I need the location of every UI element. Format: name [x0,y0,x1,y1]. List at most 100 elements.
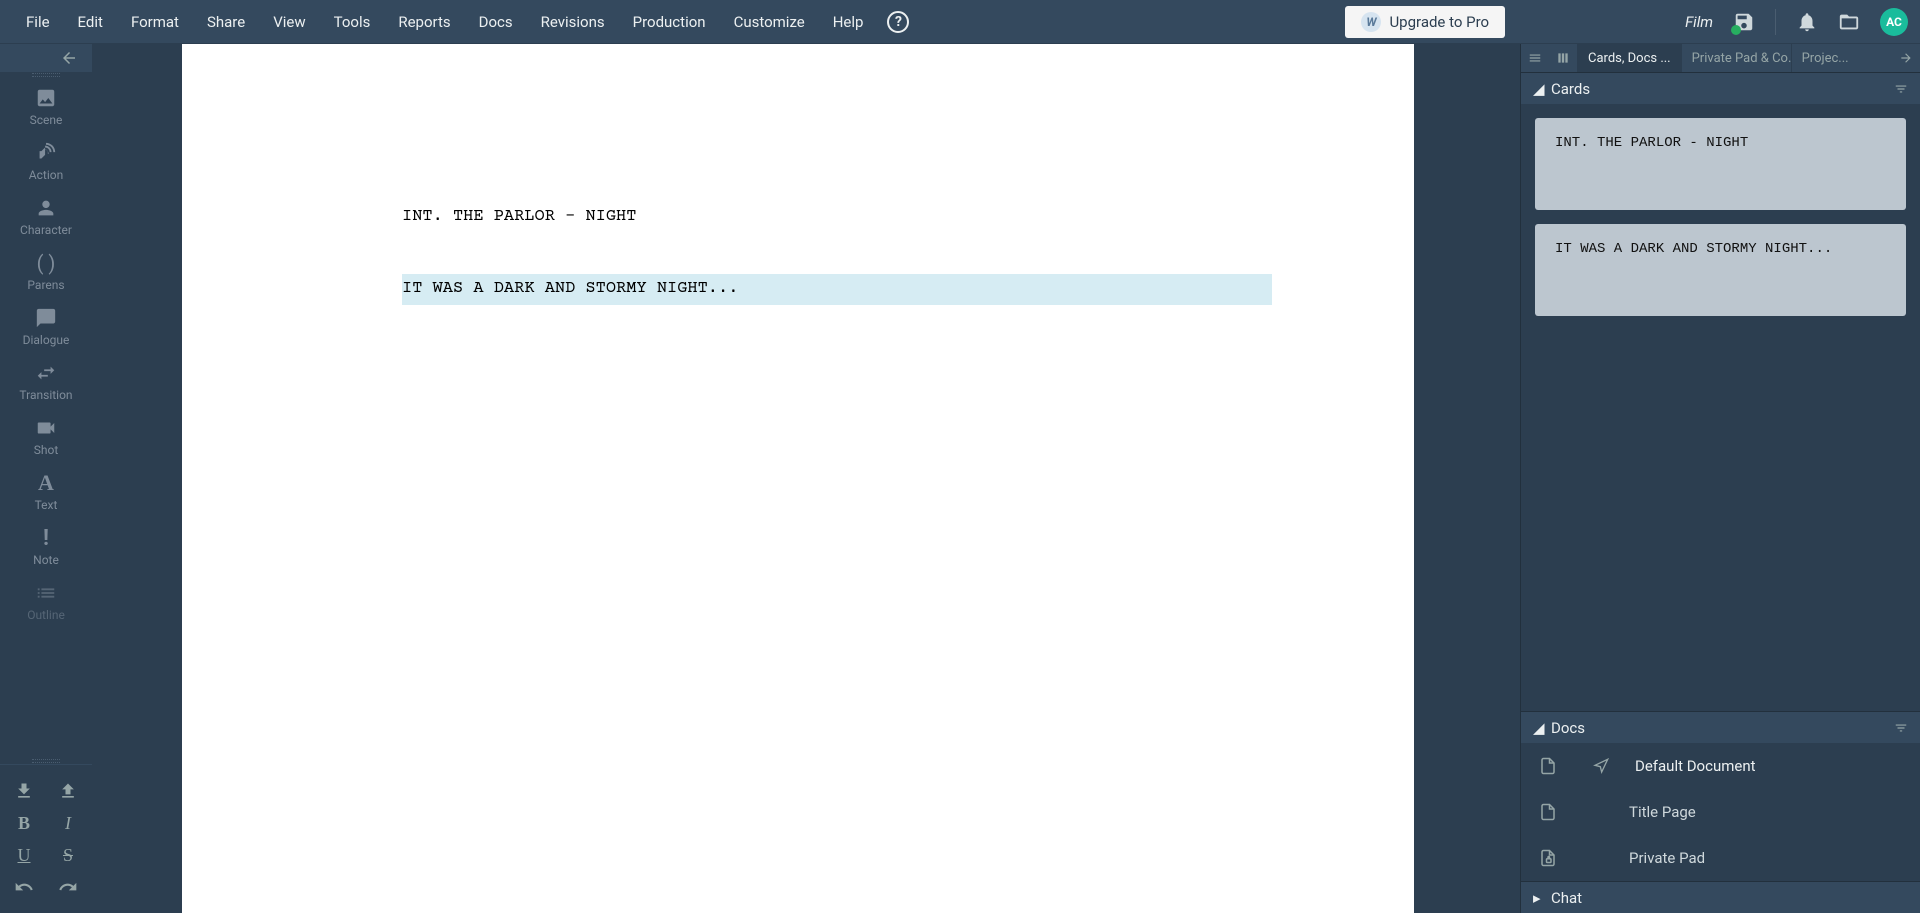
style-tools: B I U S [0,764,92,913]
docs-title: Docs [1551,719,1585,737]
cards-section-header[interactable]: ◢ Cards [1521,72,1920,104]
speech-bubble-icon [35,307,57,329]
project-type-label: Film [1685,13,1713,31]
user-avatar[interactable]: AC [1880,8,1908,36]
menu-format[interactable]: Format [117,3,193,41]
tool-action-label: Action [29,168,63,182]
action-line[interactable]: IT WAS A DARK AND STORMY NIGHT... [402,274,1272,304]
scene-heading[interactable]: INT. THE PARLOR - NIGHT [402,204,1194,230]
tool-dialogue[interactable]: Dialogue [0,298,92,353]
format-tools: Scene Action Character ( ) Parens Dialog… [0,78,92,758]
document-icon [1539,757,1573,775]
filter-icon[interactable] [1894,82,1908,96]
tool-outline-peek[interactable]: Outline [0,573,92,628]
video-camera-icon [35,417,57,439]
document-lock-icon [1539,849,1573,867]
tool-character[interactable]: Character [0,188,92,243]
doc-title-page[interactable]: Title Page [1521,789,1920,835]
editor-area: INT. THE PARLOR - NIGHT IT WAS A DARK AN… [92,44,1520,913]
upload-icon[interactable] [58,781,78,801]
tool-dialogue-label: Dialogue [23,333,70,347]
tool-outline-label: Outline [27,608,65,622]
tool-parens[interactable]: ( ) Parens [0,243,92,298]
tool-shot-label: Shot [34,443,59,457]
menu-tools[interactable]: Tools [320,3,385,41]
save-icon[interactable] [1733,11,1755,33]
script-page[interactable]: INT. THE PARLOR - NIGHT IT WAS A DARK AN… [182,44,1414,913]
cards-list: INT. THE PARLOR - NIGHT IT WAS A DARK AN… [1521,104,1920,711]
page-scroll[interactable]: INT. THE PARLOR - NIGHT IT WAS A DARK AN… [182,44,1430,913]
folder-open-icon[interactable] [1838,11,1860,33]
docs-list: Default Document Title Page Private Pad [1521,743,1920,881]
docs-section-header[interactable]: ◢ Docs [1521,711,1920,743]
bell-icon[interactable] [1796,11,1818,33]
strikethrough-button[interactable]: S [58,845,78,865]
tool-action[interactable]: Action [0,133,92,188]
doc-label: Title Page [1629,803,1696,821]
tool-parens-label: Parens [27,278,64,292]
panel-columns-icon[interactable] [1549,44,1577,72]
underline-button[interactable]: U [14,845,34,865]
tool-character-label: Character [20,223,72,237]
chat-title: Chat [1551,889,1582,907]
italic-button[interactable]: I [58,813,78,833]
menu-help[interactable]: Help [819,3,878,41]
tab-cards-docs[interactable]: Cards, Docs ... [1577,44,1681,72]
bold-button[interactable]: B [14,813,34,833]
tool-note[interactable]: ! Note [0,518,92,573]
filter-icon[interactable] [1894,721,1908,735]
menu-view[interactable]: View [259,3,319,41]
exclamation-icon: ! [35,527,57,549]
undo-button[interactable] [14,877,34,897]
menu-reports[interactable]: Reports [384,3,464,41]
tool-shot[interactable]: Shot [0,408,92,463]
menu-customize[interactable]: Customize [720,3,819,41]
megaphone-icon [35,142,57,164]
download-icon[interactable] [14,781,34,801]
tool-transition[interactable]: Transition [0,353,92,408]
workspace: Scene Action Character ( ) Parens Dialog… [0,44,1920,913]
chat-section-header[interactable]: ▸ Chat [1521,881,1920,913]
right-panel: Cards, Docs ... Private Pad & Co... Proj… [1520,44,1920,913]
location-arrow-icon [1593,758,1609,774]
top-menubar: File Edit Format Share View Tools Report… [0,0,1920,44]
scene-card[interactable]: IT WAS A DARK AND STORMY NIGHT... [1535,224,1906,316]
menu-production[interactable]: Production [619,3,720,41]
menubar-right: Film AC [1685,8,1908,36]
menu-docs[interactable]: Docs [465,3,527,41]
menu-revisions[interactable]: Revisions [527,3,619,41]
tab-project[interactable]: Projec... [1791,44,1859,72]
menu-share[interactable]: Share [193,3,259,41]
tool-text[interactable]: A Text [0,463,92,518]
panel-expand-icon[interactable] [1892,44,1920,72]
tab-private-pad[interactable]: Private Pad & Co... [1681,44,1791,72]
tool-text-label: Text [35,498,58,512]
help-icon[interactable]: ? [887,11,909,33]
document-icon [1539,803,1573,821]
menu-edit[interactable]: Edit [64,3,117,41]
panel-menu-icon[interactable] [1521,44,1549,72]
tool-transition-label: Transition [19,388,72,402]
doc-label: Private Pad [1629,849,1705,867]
menu-file[interactable]: File [12,3,64,41]
left-sidebar: Scene Action Character ( ) Parens Dialog… [0,44,92,913]
person-icon [35,197,57,219]
sidebar-collapse-button[interactable] [0,44,92,72]
parentheses-icon: ( ) [35,252,57,274]
tool-scene[interactable]: Scene [0,78,92,133]
doc-label: Default Document [1635,757,1756,775]
upgrade-to-pro-button[interactable]: W Upgrade to Pro [1345,6,1505,38]
app-logo-icon: W [1361,12,1381,32]
text-a-icon: A [35,472,57,494]
doc-default-document[interactable]: Default Document [1521,743,1920,789]
tool-note-label: Note [33,553,59,567]
swap-arrows-icon [35,362,57,384]
caret-right-icon: ▸ [1533,889,1543,907]
redo-button[interactable] [58,877,78,897]
list-icon [35,582,57,604]
divider [1775,9,1776,35]
doc-private-pad[interactable]: Private Pad [1521,835,1920,881]
caret-down-icon: ◢ [1533,80,1543,98]
scene-card[interactable]: INT. THE PARLOR - NIGHT [1535,118,1906,210]
cards-title: Cards [1551,80,1590,98]
